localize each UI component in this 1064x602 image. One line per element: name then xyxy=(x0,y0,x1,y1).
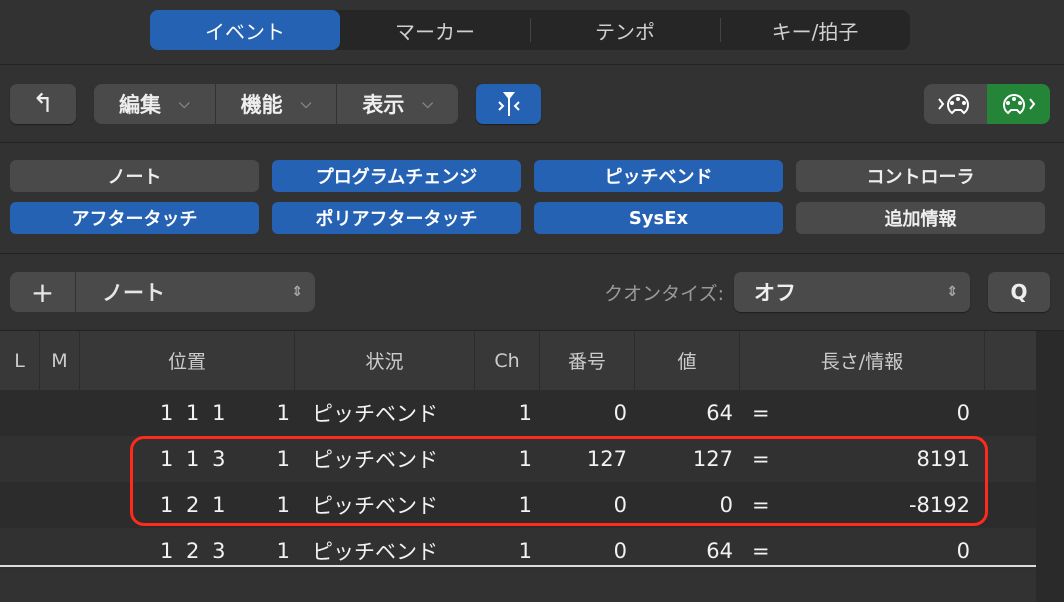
midi-toggle xyxy=(924,84,1050,124)
catch-icon xyxy=(497,92,520,116)
chevron-down-icon: ⌵ xyxy=(300,96,312,112)
divider xyxy=(0,64,1064,65)
add-event-button[interactable]: + xyxy=(10,272,76,312)
tab-key-signature[interactable]: キー/拍子 xyxy=(720,10,910,50)
divider xyxy=(0,142,1064,143)
cell-num: 0 xyxy=(613,401,627,425)
tab-event[interactable]: イベント xyxy=(150,10,340,50)
quantize-value: オフ xyxy=(754,281,796,305)
col-value[interactable]: 値 xyxy=(635,331,740,390)
event-filter-grid: ノート プログラムチェンジ ピッチベンド コントローラ アフタータッチ ポリアフ… xyxy=(10,160,1046,234)
edit-menu[interactable]: 編集 ⌵ xyxy=(94,84,216,124)
col-status[interactable]: 状況 xyxy=(295,331,475,390)
functions-menu[interactable]: 機能 ⌵ xyxy=(216,84,338,124)
filter-controller[interactable]: コントローラ xyxy=(796,160,1045,192)
menu-segment: 編集 ⌵ 機能 ⌵ 表示 ⌵ xyxy=(94,84,458,124)
catch-button[interactable] xyxy=(476,84,541,124)
highlight-box xyxy=(130,436,988,526)
cell-eq: = xyxy=(752,401,770,425)
filter-program-change[interactable]: プログラムチェンジ xyxy=(272,160,521,192)
cell-tick: 1 xyxy=(276,401,290,425)
quantize-label: クオンタイズ: xyxy=(604,282,724,305)
create-event-group: + ノート ⇕ xyxy=(10,272,315,312)
view-tabs: イベント マーカー テンポ キー/拍子 xyxy=(150,10,910,50)
filter-aftertouch[interactable]: アフタータッチ xyxy=(10,202,259,234)
chevron-down-icon: ⌵ xyxy=(422,96,433,112)
col-position[interactable]: 位置 xyxy=(80,331,295,390)
event-list-header: L M 位置 状況 Ch 番号 値 長さ/情報 xyxy=(0,331,1036,390)
event-row[interactable]: 1 2 3 1 ピッチベンド 1 0 64 = 0 xyxy=(0,528,1036,574)
filter-note[interactable]: ノート xyxy=(10,160,259,192)
filter-pitch-bend[interactable]: ピッチベンド xyxy=(534,160,783,192)
midi-out-button[interactable] xyxy=(987,84,1050,124)
midi-out-icon xyxy=(1002,94,1035,115)
cell-val: 64 xyxy=(706,401,733,425)
event-row[interactable]: 1 1 1 1 ピッチベンド 1 0 64 = 0 xyxy=(0,390,1036,436)
col-length-info[interactable]: 長さ/情報 xyxy=(740,331,985,390)
col-channel[interactable]: Ch xyxy=(475,331,540,390)
cell-pos: 1 2 3 xyxy=(160,539,226,563)
midi-in-button[interactable] xyxy=(924,84,987,124)
tab-tempo[interactable]: テンポ xyxy=(530,10,720,50)
cell-pos: 1 1 1 xyxy=(160,401,226,425)
cell-eq: = xyxy=(752,539,770,563)
col-loop[interactable]: L xyxy=(0,331,40,390)
cell-info: 0 xyxy=(956,401,970,425)
scrollbar[interactable] xyxy=(1036,331,1064,602)
edit-label: 編集 xyxy=(119,93,162,117)
quantize-select[interactable]: オフ ⇕ xyxy=(734,272,970,312)
chevron-down-icon: ⌵ xyxy=(179,96,190,112)
divider xyxy=(0,253,1064,254)
updown-chevron-icon: ⇕ xyxy=(946,284,958,300)
functions-label: 機能 xyxy=(240,93,283,117)
updown-chevron-icon: ⇕ xyxy=(291,284,303,300)
playhead-line xyxy=(0,565,1036,567)
cell-status: ピッチベンド xyxy=(312,402,438,426)
cell-val: 64 xyxy=(706,539,733,563)
col-spacer xyxy=(985,331,1036,390)
event-type-value: ノート xyxy=(102,281,165,305)
view-menu[interactable]: 表示 ⌵ xyxy=(337,84,458,124)
col-number[interactable]: 番号 xyxy=(540,331,635,390)
filter-poly-aftertouch[interactable]: ポリアフタータッチ xyxy=(272,202,521,234)
quantize-button[interactable]: Q xyxy=(988,272,1050,312)
midi-in-icon xyxy=(937,94,969,115)
parent-level-button[interactable]: ↰ xyxy=(10,84,76,124)
cell-tick: 1 xyxy=(276,539,290,563)
filter-additional-info[interactable]: 追加情報 xyxy=(796,202,1045,234)
cell-ch: 1 xyxy=(518,401,532,425)
tab-marker[interactable]: マーカー xyxy=(340,10,530,50)
up-arrow-icon: ↰ xyxy=(32,89,54,119)
cell-info: 0 xyxy=(956,539,970,563)
cell-ch: 1 xyxy=(518,539,532,563)
event-type-select[interactable]: ノート ⇕ xyxy=(76,272,315,312)
cell-status: ピッチベンド xyxy=(312,540,438,564)
cell-num: 0 xyxy=(613,539,627,563)
col-mute[interactable]: M xyxy=(40,331,80,390)
view-label: 表示 xyxy=(362,93,405,117)
filter-sysex[interactable]: SysEx xyxy=(534,202,783,234)
